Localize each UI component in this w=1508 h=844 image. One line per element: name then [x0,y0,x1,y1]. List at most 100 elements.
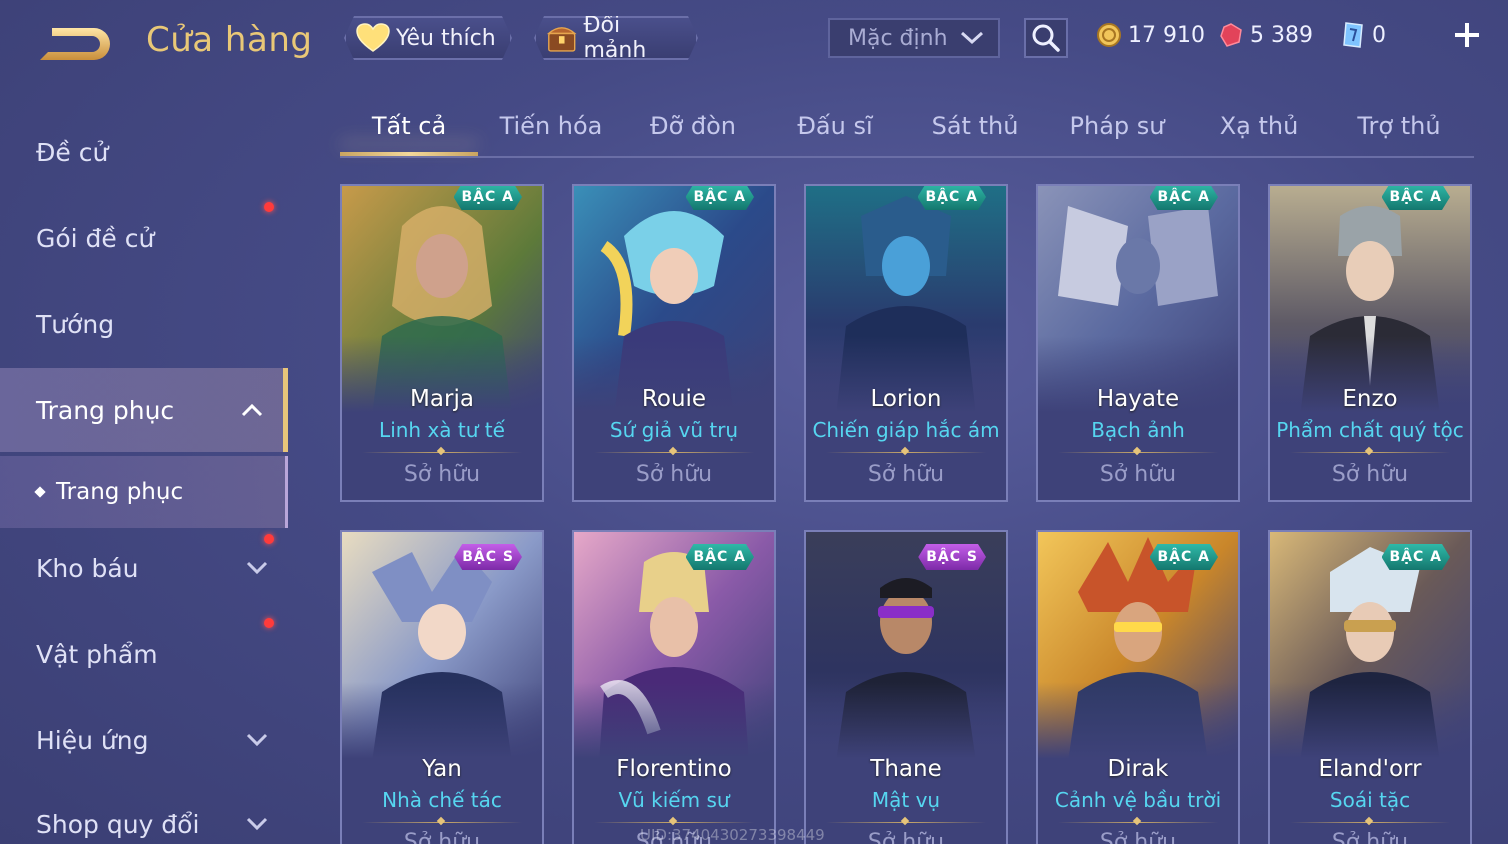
gold-balance: 17 910 [1096,20,1205,50]
tab-support[interactable]: Trợ thủ [1330,112,1468,140]
back-button[interactable] [34,22,114,66]
tab-tank[interactable]: Đỡ đòn [624,112,762,140]
rank-badge: BẬC S [918,544,986,570]
rank-badge: BẬC A [454,184,523,210]
card-fade [1038,336,1238,426]
owned-status: Sở hữu [403,462,481,487]
exchange-shard-button[interactable]: Đổi mảnh [534,16,698,60]
rank-badge: BẬC A [1382,544,1451,570]
skin-card[interactable]: BẬC A Dirak Cảnh vệ bầu trời Sở hữu [1036,530,1240,844]
card-fade [806,336,1006,426]
sidebar-item-featured[interactable]: Đề cử [0,110,288,194]
tab-all[interactable]: Tất cả [340,112,478,140]
skin-name: Vũ kiếm sư [618,788,730,812]
sidebar-item-label: Đề cử [36,137,109,167]
search-button[interactable] [1024,18,1068,58]
sidebar-item-effects[interactable]: Hiệu ứng [0,698,288,782]
skin-card[interactable]: BẬC A Rouie Sứ giả vũ trụ Sở hữu [572,184,776,502]
rank-badge: BẬC A [1150,544,1219,570]
skin-card[interactable]: BẬC A Florentino Vũ kiếm sư Sở hữu [572,530,776,844]
sort-dropdown[interactable]: Mặc định [828,18,1000,58]
plus-icon [1455,23,1479,47]
skin-card[interactable]: BẬC S Yan Nhà chế tác Sở hữu [340,530,544,844]
tab-fighter[interactable]: Đấu sĩ [766,112,904,140]
rank-badge: BẬC A [918,184,987,210]
card-divider [594,452,754,453]
ruby-value: 5 389 [1250,22,1313,48]
owned-status: Sở hữu [1099,462,1177,487]
rank-badge: BẬC A [1150,184,1219,210]
chevron-down-icon [960,31,984,45]
category-tabs: Tất cả Tiến hóa Đỡ đòn Đấu sĩ Sát thủ Ph… [340,100,1474,158]
sidebar-item-label: Shop quy đổi [36,809,200,839]
tab-evolution[interactable]: Tiến hóa [482,112,620,140]
gold-coin-icon [1097,23,1121,47]
card-divider [594,822,754,823]
hero-name: Eland'orr [1318,756,1422,782]
skin-card[interactable]: BẬC A Enzo Phẩm chất quý tộc Sở hữu [1268,184,1472,502]
hero-name: Thane [870,756,942,782]
owned-status: Sở hữu [1331,830,1409,844]
owned-status: Sở hữu [867,830,945,844]
sidebar-item-label: Trang phục [36,395,175,425]
card-divider [362,452,522,453]
hero-name: Enzo [1342,386,1398,412]
hero-name: Lorion [870,386,942,412]
skin-card[interactable]: BẬC A Lorion Chiến giáp hắc ám Sở hữu [804,184,1008,502]
sidebar-item-exchange-shop[interactable]: Shop quy đổi [0,782,288,844]
sidebar-subitem-skins[interactable]: Trang phục [0,456,288,528]
rank-badge: BẬC A [1382,184,1451,210]
skin-name: Phẩm chất quý tộc [1276,418,1464,442]
chevron-down-icon [246,817,268,831]
skin-name: Sứ giả vũ trụ [609,418,739,442]
hero-name: Marja [410,386,474,412]
sidebar-subitem-label: Trang phục [56,479,184,505]
ruby-balance: 5 389 [1218,20,1313,50]
notification-dot [264,534,274,544]
sidebar-item-heroes[interactable]: Tướng [0,282,288,366]
hero-name: Rouie [641,386,707,412]
voucher-value: 0 [1372,22,1386,48]
sidebar-item-bundles[interactable]: Gói đề cử [0,196,288,280]
card-divider [1290,452,1450,453]
favorite-label: Yêu thích [396,25,496,51]
skin-name: Cảnh vệ bầu trời [1054,788,1222,812]
tab-assassin[interactable]: Sát thủ [906,112,1044,140]
card-divider [1290,822,1450,823]
owned-status: Sở hữu [1331,462,1409,487]
sidebar-item-skins[interactable]: Trang phục [0,368,288,452]
chest-icon [546,21,577,55]
owned-status: Sở hữu [867,462,945,487]
skin-card[interactable]: BẬC A Eland'orr Soái tặc Sở hữu [1268,530,1472,844]
rank-badge: BẬC A [686,184,755,210]
skin-card[interactable]: BẬC S Thane Mật vụ Sở hữu [804,530,1008,844]
card-divider [1058,822,1218,823]
skin-name: Bạch ảnh [1091,418,1185,442]
card-fade [1270,336,1470,426]
favorite-button[interactable]: Yêu thích [344,16,512,60]
card-divider [362,822,522,823]
chevron-down-icon [246,733,268,747]
bullet-icon [34,486,46,498]
sidebar-item-label: Hiệu ứng [36,725,149,755]
owned-status: Sở hữu [403,830,481,844]
heart-icon [356,23,390,53]
page-title: Cửa hàng [146,20,313,60]
sort-value: Mặc định [848,25,948,51]
sidebar-item-treasure[interactable]: Kho báu [0,526,288,610]
add-currency-button[interactable] [1452,20,1482,50]
skin-name: Nhà chế tác [382,788,502,812]
skin-card[interactable]: BẬC A Hayate Bạch ảnh Sở hữu [1036,184,1240,502]
sidebar-item-label: Tướng [36,309,115,339]
sidebar-item-label: Vật phẩm [36,639,158,669]
exchange-label: Đổi mảnh [583,13,647,63]
rank-badge: BẬC S [454,544,522,570]
skin-card[interactable]: BẬC A Marja Linh xà tư tế Sở hữu [340,184,544,502]
tab-marksman[interactable]: Xạ thủ [1190,112,1328,140]
chevron-down-icon [246,561,268,575]
gold-value: 17 910 [1128,22,1205,48]
skin-name: Mật vụ [871,788,941,812]
sidebar-item-items[interactable]: Vật phẩm [0,612,288,696]
skin-name: Chiến giáp hắc ám [812,418,1000,442]
tab-mage[interactable]: Pháp sư [1048,112,1186,140]
